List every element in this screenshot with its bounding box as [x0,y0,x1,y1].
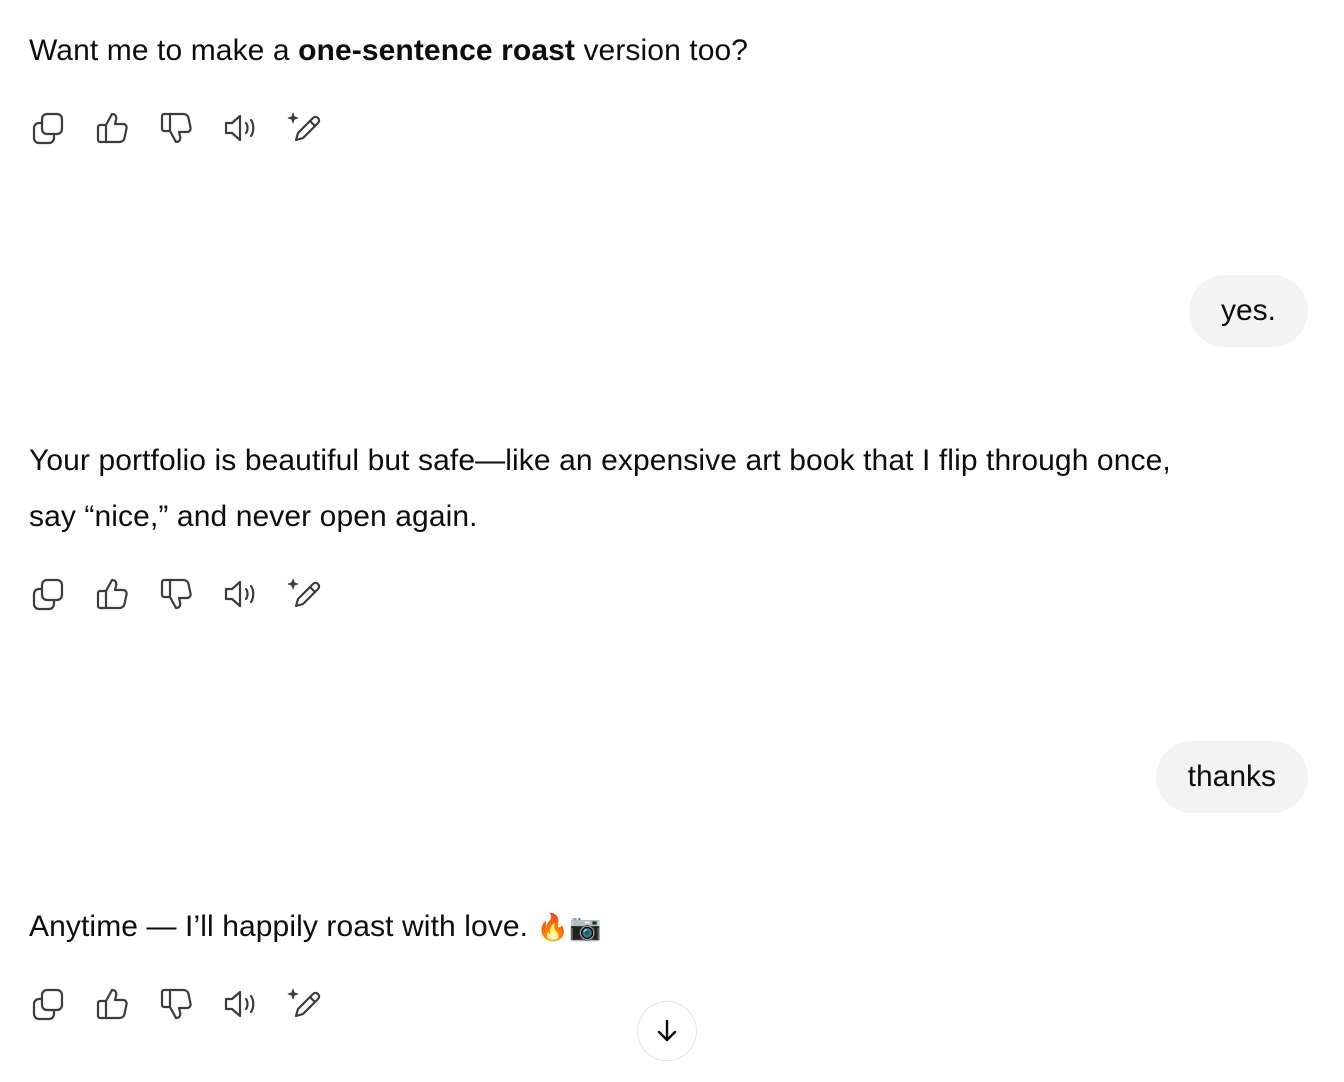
user-message-text: yes. [1220,294,1276,327]
message-text: say “nice,” and never open again. [29,500,478,533]
thumbs-down-icon [160,988,192,1020]
thumbs-down-button[interactable] [154,572,198,616]
user-message-bubble: yes. [1188,275,1308,347]
user-message-bubble: thanks [1155,741,1308,813]
read-aloud-button[interactable] [218,106,262,150]
speaker-icon [224,990,255,1018]
thumbs-up-button[interactable] [90,982,134,1026]
message-text: Want me to make a [29,34,299,67]
read-aloud-button[interactable] [218,572,262,616]
pencil-sparkle-icon [287,578,321,608]
user-message-text: thanks [1187,760,1276,793]
thumbs-up-button[interactable] [90,106,134,150]
thumbs-down-icon [160,578,192,610]
copy-icon [32,112,64,145]
message-actions [26,106,346,150]
chat-conversation: Want me to make a one-sentence roast ver… [0,0,1344,1082]
pencil-sparkle-icon [287,112,321,142]
speaker-icon [224,580,255,608]
thumbs-down-button[interactable] [154,106,198,150]
message-text: Anytime — I’ll happily roast with love. [29,910,537,943]
assistant-message: Anytime — I’ll happily roast with love. … [29,899,601,956]
read-aloud-button[interactable] [218,982,262,1026]
fire-camera-emoji: 🔥📷 [536,913,602,943]
copy-icon [32,988,64,1021]
arrow-down-icon [657,1019,677,1042]
edit-in-canvas-button[interactable] [282,106,326,150]
thumbs-up-button[interactable] [90,572,134,616]
message-text-bold: one-sentence roast [298,34,576,67]
speaker-icon [224,114,255,142]
edit-in-canvas-button[interactable] [282,572,326,616]
message-actions [26,982,346,1026]
copy-button[interactable] [26,982,70,1026]
scroll-to-bottom-button[interactable] [637,1001,697,1061]
assistant-message: Want me to make a one-sentence roast ver… [29,23,748,79]
assistant-message: Your portfolio is beautiful but safe—lik… [29,433,1171,545]
thumbs-up-icon [96,112,128,144]
message-actions [26,572,346,616]
copy-button[interactable] [26,572,70,616]
thumbs-up-icon [96,988,128,1020]
pencil-sparkle-icon [287,988,321,1018]
copy-button[interactable] [26,106,70,150]
thumbs-down-button[interactable] [154,982,198,1026]
copy-icon [32,578,64,611]
thumbs-down-icon [160,112,192,144]
thumbs-up-icon [96,578,128,610]
message-text: version too? [575,34,749,67]
message-text: Your portfolio is beautiful but safe—lik… [29,444,1171,477]
edit-in-canvas-button[interactable] [282,982,326,1026]
